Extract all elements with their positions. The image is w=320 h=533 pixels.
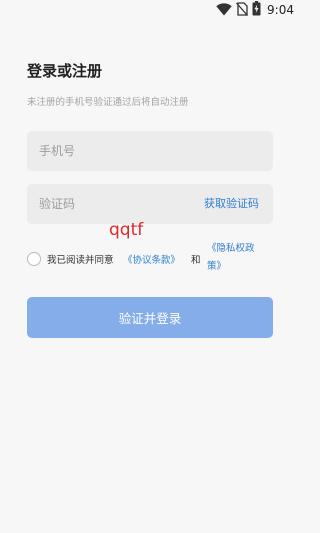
no-sim-icon <box>236 1 249 20</box>
login-screen: 9:04 登录或注册 未注册的手机号验证通过后将自动注册 获取验证码 qqtf … <box>0 0 300 533</box>
code-field[interactable]: 获取验证码 <box>27 184 273 224</box>
privacy-policy-link[interactable]: 《隐私权政策》 <box>207 240 263 276</box>
status-time: 9:04 <box>267 3 294 17</box>
agreement-checkbox[interactable] <box>27 252 41 266</box>
page-title: 登录或注册 <box>27 62 103 80</box>
wifi-icon <box>216 1 232 20</box>
battery-charging-icon <box>252 0 261 20</box>
code-input[interactable] <box>39 197 189 211</box>
agreement-row: 我已阅读并同意 《协议条款》 和 《隐私权政策》 <box>27 238 277 282</box>
agreement-text: 我已阅读并同意 <box>47 255 114 266</box>
phone-field[interactable] <box>27 131 273 171</box>
page-subtitle: 未注册的手机号验证通过后将自动注册 <box>27 97 189 108</box>
phone-input[interactable] <box>39 144 189 158</box>
protocol-link[interactable]: 《协议条款》 <box>123 252 180 266</box>
watermark-text: qqtf <box>109 220 144 240</box>
get-code-button[interactable]: 获取验证码 <box>204 184 259 224</box>
status-icons: 9:04 <box>216 0 294 20</box>
status-bar: 9:04 <box>0 0 300 20</box>
agreement-and-text: 和 <box>191 255 201 266</box>
verify-login-button[interactable]: 验证并登录 <box>27 297 273 338</box>
